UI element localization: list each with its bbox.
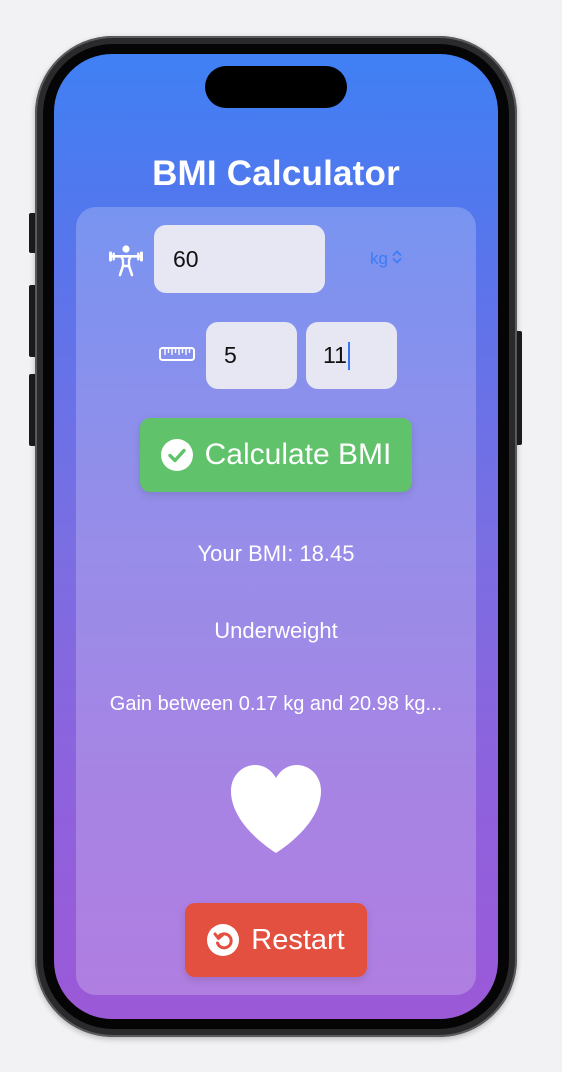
unit-picker-label: kg — [370, 249, 388, 268]
height-feet-value: 5 — [224, 342, 237, 368]
app-screen: BMI Calculator 60 kg 5 11 Calculate BMI … — [54, 54, 498, 1019]
restart-icon — [207, 924, 240, 956]
restart-label: Restart — [251, 923, 345, 956]
dynamic-island — [205, 66, 347, 108]
height-feet-input[interactable]: 5 — [206, 322, 297, 389]
chevron-updown-icon — [388, 249, 402, 270]
restart-button[interactable]: Restart — [185, 903, 367, 977]
ruler-icon — [159, 347, 195, 366]
bmi-result: Your BMI: 18.45 — [197, 541, 355, 566]
page-title: BMI Calculator — [152, 154, 400, 193]
unit-picker[interactable]: kg — [370, 247, 402, 271]
bmi-category: Underweight — [214, 618, 338, 643]
weightlifting-icon — [108, 244, 144, 283]
device-stage: BMI Calculator 60 kg 5 11 Calculate BMI … — [0, 0, 562, 1072]
checkmark-circle-icon — [160, 439, 193, 471]
bmi-advice: Gain between 0.17 kg and 20.98 kg... — [109, 693, 443, 715]
text-caret — [347, 341, 350, 370]
calculate-bmi-label: Calculate BMI — [204, 438, 392, 471]
height-inches-value: 11 — [323, 342, 347, 368]
weight-value: 60 — [173, 245, 199, 272]
weight-input[interactable]: 60 — [154, 225, 325, 293]
calculate-bmi-button[interactable]: Calculate BMI — [140, 418, 412, 492]
heart-icon — [229, 763, 323, 860]
height-inches-input[interactable]: 11 — [306, 322, 397, 389]
